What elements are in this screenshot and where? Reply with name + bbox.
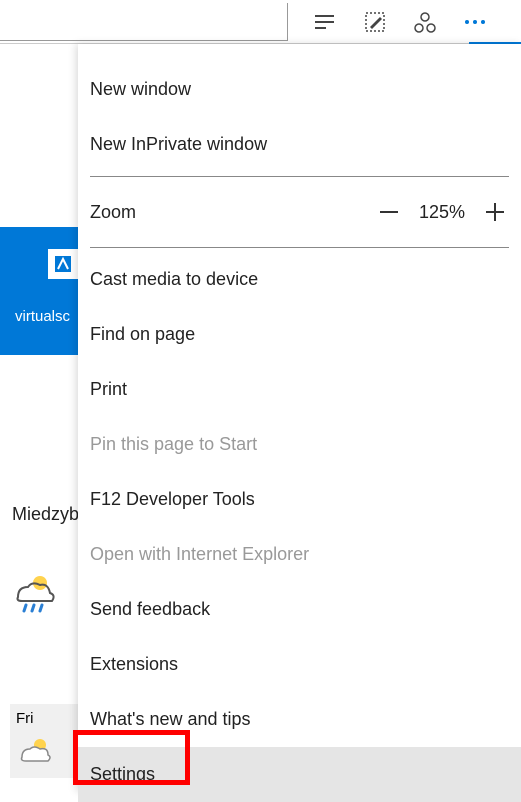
zoom-label: Zoom <box>90 202 136 223</box>
menu-extensions[interactable]: Extensions <box>78 637 521 692</box>
reading-view-icon[interactable] <box>313 10 337 34</box>
menu-new-window[interactable]: New window <box>78 62 521 117</box>
menu-print[interactable]: Print <box>78 362 521 417</box>
zoom-in-button[interactable] <box>481 198 509 226</box>
menu-label: What's new and tips <box>90 709 251 730</box>
web-note-icon[interactable] <box>363 10 387 34</box>
more-icon[interactable] <box>463 10 487 34</box>
menu-divider <box>90 247 509 248</box>
menu-cast[interactable]: Cast media to device <box>78 252 521 307</box>
menu-label: Extensions <box>90 654 178 675</box>
menu-settings[interactable]: Settings <box>78 747 521 802</box>
menu-label: Open with Internet Explorer <box>90 544 309 565</box>
menu-label: Cast media to device <box>90 269 258 290</box>
menu-label: New InPrivate window <box>90 134 267 155</box>
partial-headline: Miedzyb <box>12 504 79 525</box>
weather-icon-partly-cloudy <box>16 735 72 772</box>
menu-pin-to-start: Pin this page to Start <box>78 417 521 472</box>
menu-whats-new[interactable]: What's new and tips <box>78 692 521 747</box>
menu-find[interactable]: Find on page <box>78 307 521 362</box>
zoom-value: 125% <box>419 202 465 223</box>
address-bar[interactable] <box>0 3 288 41</box>
zoom-out-button[interactable] <box>375 198 403 226</box>
menu-label: Settings <box>90 764 155 785</box>
weather-icon-sun-rain <box>8 569 58 629</box>
menu-label: F12 Developer Tools <box>90 489 255 510</box>
menu-new-inprivate[interactable]: New InPrivate window <box>78 117 521 172</box>
share-icon[interactable] <box>413 10 437 34</box>
day-label: Fri <box>16 710 72 727</box>
menu-divider <box>90 176 509 177</box>
menu-label: Print <box>90 379 127 400</box>
page-background: virtualsc Miedzyb Fri <box>0 44 78 791</box>
toolbar <box>0 0 521 44</box>
forecast-day[interactable]: Fri <box>10 704 78 778</box>
tile-app-icon <box>48 249 78 279</box>
menu-label: Pin this page to Start <box>90 434 257 455</box>
menu-open-ie: Open with Internet Explorer <box>78 527 521 582</box>
menu-feedback[interactable]: Send feedback <box>78 582 521 637</box>
tile-label: virtualsc <box>15 308 70 325</box>
menu-devtools[interactable]: F12 Developer Tools <box>78 472 521 527</box>
menu-label: New window <box>90 79 191 100</box>
more-menu: New window New InPrivate window Zoom 125… <box>78 44 521 791</box>
menu-label: Send feedback <box>90 599 210 620</box>
toolbar-icons <box>313 10 497 34</box>
menu-zoom: Zoom 125% <box>78 181 521 243</box>
zoom-controls: 125% <box>375 198 509 226</box>
start-tile[interactable]: virtualsc <box>0 227 78 355</box>
menu-label: Find on page <box>90 324 195 345</box>
